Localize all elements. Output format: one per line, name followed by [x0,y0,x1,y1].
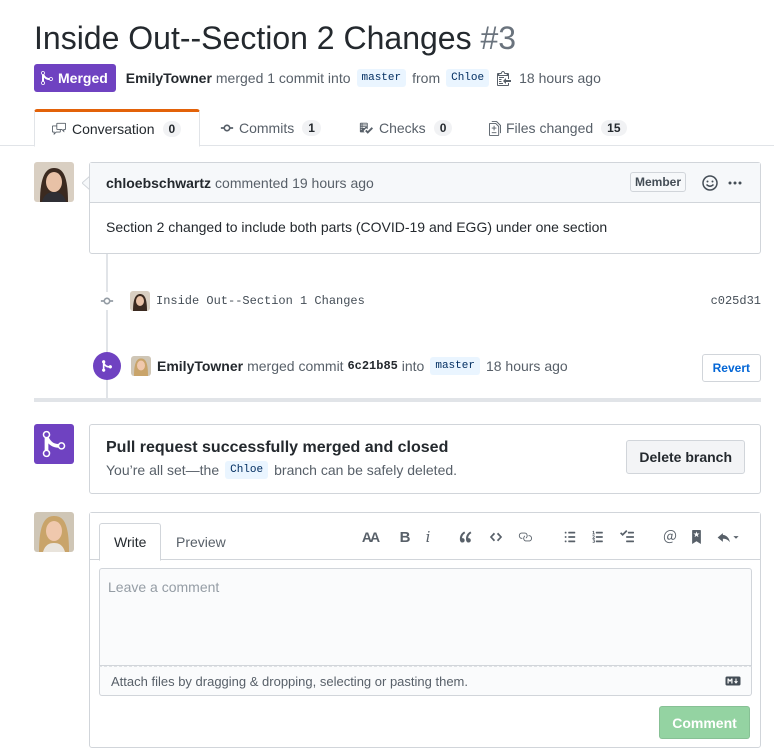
commit-message-link[interactable]: Inside Out--Section 1 Changes [156,294,365,308]
comment-submit-button[interactable]: Comment [659,706,750,739]
ordered-list-icon[interactable] [591,527,605,547]
comment-action[interactable]: commented 19 hours ago [215,175,374,191]
pr-number: #3 [480,20,517,56]
merge-icon [41,70,53,86]
tab-label: Checks [379,120,426,136]
editor-tabs: Write Preview AA B i [90,513,760,561]
mention-icon[interactable] [663,527,677,547]
copy-icon[interactable] [497,70,512,86]
markdown-toolbar: AA B i [361,527,742,547]
code-icon[interactable] [489,527,503,547]
git-merge-icon [42,430,66,458]
merger-avatar[interactable] [131,356,151,376]
merged-sub-before: You’re all set—the [106,462,220,478]
comment-author-link[interactable]: chloebschwartz [106,175,211,191]
commit-sha-link[interactable]: c025d31 [711,294,761,308]
tab-files-changed[interactable]: Files changed 15 [489,109,627,147]
tab-counter: 0 [433,120,453,136]
merge-event-text: merged commit [247,358,344,374]
tasklist-icon[interactable] [619,527,635,547]
head-branch[interactable]: Chloe [446,69,490,87]
reply-icon[interactable] [716,527,742,547]
link-icon[interactable] [517,527,533,547]
status-label: Merged [58,70,108,86]
kebab-horizontal-icon[interactable] [728,175,742,191]
commit-item: Inside Out--Section 1 Changes c025d31 [98,290,763,312]
deletable-branch[interactable]: Chloe [225,461,269,479]
revert-button[interactable]: Revert [701,354,761,382]
merged-status-box: Pull request successfully merged and clo… [89,424,761,494]
pr-author-link[interactable]: EmilyTowner [126,70,212,86]
attach-text: Attach files by dragging & dropping, sel… [111,673,468,689]
tab-counter: 15 [601,120,627,136]
tab-label: Conversation [72,121,155,137]
text-size-icon[interactable]: AA [361,527,380,547]
merged-sub-after: branch can be safely deleted. [274,462,458,478]
merger-author-link[interactable]: EmilyTowner [157,358,243,374]
commit-icon [98,292,116,310]
from-text: from [412,70,441,86]
pr-meta: Merged EmilyTowner merged 1 commit into … [34,64,601,92]
pr-tabs: Conversation 0 Commits 1 Checks 0 Files … [0,109,774,147]
tab-preview[interactable]: Preview [162,523,240,561]
member-badge: Member [629,172,686,192]
comment-form: Write Preview AA B i Leave a comment Att… [89,512,761,748]
merge-time[interactable]: 18 hours ago [486,358,568,374]
smiley-icon[interactable] [702,175,718,191]
quote-icon[interactable] [459,527,473,547]
tab-commits[interactable]: Commits 1 [220,109,321,147]
current-user-avatar[interactable] [34,512,74,552]
bookmark-icon[interactable] [691,527,702,547]
pr-time: 18 hours ago [519,70,601,86]
merge-event-icon [93,352,121,380]
bold-icon[interactable]: B [399,527,411,547]
delete-branch-button[interactable]: Delete branch [626,440,745,474]
tab-conversation[interactable]: Conversation 0 [34,109,200,147]
comment-actions [702,175,742,191]
tab-counter: 1 [302,120,321,136]
tab-counter: 0 [162,121,182,137]
file-diff-icon [489,120,501,136]
merge-text: merged 1 commit into [215,70,351,86]
commit-author-avatar[interactable] [130,291,150,311]
comment-box: chloebschwartz commented 19 hours ago Me… [89,162,761,254]
comment-textarea[interactable]: Leave a comment [99,568,752,666]
page-title: Inside Out--Section 2 Changes #3 [34,20,516,57]
base-branch[interactable]: master [356,69,407,87]
merge-sha-link[interactable]: 6c21b85 [347,359,397,373]
comment-body: Section 2 changed to include both parts … [106,219,608,235]
comment-discussion-icon [52,122,66,136]
tab-label: Commits [239,120,295,136]
unordered-list-icon[interactable] [563,527,577,547]
timeline-divider [34,398,761,402]
status-badge: Merged [34,64,116,92]
avatar[interactable] [34,162,74,202]
tab-checks[interactable]: Checks 0 [358,109,453,147]
checklist-icon [359,122,373,134]
commit-icon [220,124,234,132]
italic-icon[interactable]: i [423,527,433,547]
markdown-icon[interactable] [725,676,741,686]
tab-write[interactable]: Write [99,523,162,561]
into-text: into [401,358,425,374]
tab-label: Files changed [506,120,594,136]
pr-title: Inside Out--Section 2 Changes [34,20,472,56]
merged-status-icon [34,424,74,464]
attach-files-area[interactable]: Attach files by dragging & dropping, sel… [99,666,752,696]
merge-target-branch[interactable]: master [430,357,480,375]
merge-event: EmilyTowner merged commit 6c21b85 into m… [93,350,761,382]
